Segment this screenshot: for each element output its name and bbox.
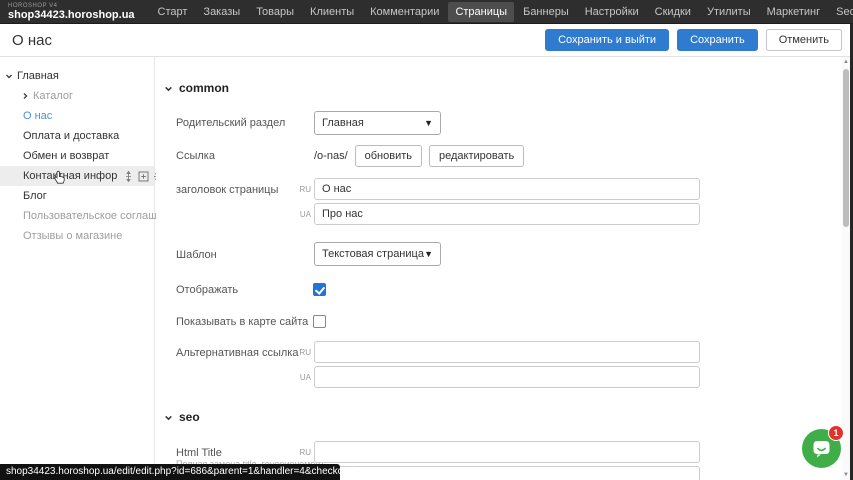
tree-item-about[interactable]: О нас bbox=[0, 106, 154, 126]
menu-item-banners[interactable]: Баннеры bbox=[516, 2, 576, 22]
menu-item-clients[interactable]: Клиенты bbox=[303, 2, 361, 22]
section-title: seo bbox=[179, 410, 200, 424]
page-title-label: заголовок страницы bbox=[176, 184, 278, 196]
alt-link-ru-input[interactable] bbox=[314, 341, 700, 363]
vertical-scrollbar[interactable]: ▲ ▼ bbox=[842, 57, 850, 480]
lang-badge-ua: UA bbox=[299, 210, 311, 219]
tree-item-payment-delivery[interactable]: Оплата и доставка bbox=[0, 126, 154, 146]
page-title-ru-input[interactable] bbox=[314, 178, 700, 200]
support-chat-button[interactable]: 1 bbox=[802, 429, 841, 468]
tree-item-contact-info[interactable]: Контактная инфор bbox=[0, 166, 154, 186]
link-path-text: /o-nas/ bbox=[314, 150, 348, 162]
menu-item-utilities[interactable]: Утилиты bbox=[700, 2, 758, 22]
header-buttons: Сохранить и выйти Сохранить Отменить bbox=[545, 29, 842, 51]
save-button[interactable]: Сохранить bbox=[677, 29, 758, 51]
selected-value: Текстовая страница bbox=[322, 248, 424, 260]
link-update-button[interactable]: обновить bbox=[355, 145, 422, 167]
parent-section-label: Родительский раздел bbox=[176, 117, 285, 129]
menu-item-products[interactable]: Товары bbox=[249, 2, 301, 22]
top-navigation-bar: HOROSHOP V4 shop34423.horoshop.ua Старт … bbox=[0, 0, 853, 24]
tree-item-store-reviews[interactable]: Отзывы о магазине bbox=[0, 226, 154, 246]
selected-value: Главная bbox=[322, 117, 364, 129]
lang-badge-ru: RU bbox=[299, 185, 311, 194]
tree-item-label: Блог bbox=[23, 190, 47, 202]
chevron-down-icon: ▼ bbox=[424, 249, 433, 259]
menu-item-comments[interactable]: Комментарии bbox=[363, 2, 446, 22]
lang-badge-ru: RU bbox=[299, 448, 311, 457]
sitemap-label: Показывать в карте сайта bbox=[176, 316, 308, 328]
section-header-common[interactable]: common bbox=[164, 81, 229, 95]
tree-item-label: Главная bbox=[17, 70, 59, 82]
tree-item-label: Каталог bbox=[33, 90, 73, 102]
sitemap-checkbox[interactable] bbox=[313, 315, 326, 328]
html-title-ua-input[interactable] bbox=[314, 466, 700, 480]
html-title-ru-input[interactable] bbox=[314, 441, 700, 463]
scroll-down-arrow[interactable]: ▼ bbox=[842, 470, 850, 480]
template-label: Шаблон bbox=[176, 249, 217, 261]
template-select[interactable]: Текстовая страница ▼ bbox=[314, 242, 441, 266]
tree-item-home[interactable]: Главная bbox=[0, 66, 154, 86]
chat-unread-badge: 1 bbox=[828, 425, 844, 441]
tree-item-label: Контактная инфор bbox=[23, 170, 117, 182]
tree-item-exchange-return[interactable]: Обмен и возврат bbox=[0, 146, 154, 166]
browser-status-url: shop34423.horoshop.ua/edit/edit.php?id=6… bbox=[0, 464, 340, 480]
display-checkbox[interactable] bbox=[313, 283, 326, 296]
parent-section-select[interactable]: Главная ▼ bbox=[314, 111, 441, 135]
section-title: common bbox=[179, 81, 229, 95]
pages-tree-sidebar: Главная Каталог О нас Оплата и доставка … bbox=[0, 57, 155, 480]
cancel-button[interactable]: Отменить bbox=[766, 29, 842, 51]
alt-link-ua-input[interactable] bbox=[314, 366, 700, 388]
tree-item-label: Обмен и возврат bbox=[23, 150, 109, 162]
html-title-label: Html Title bbox=[176, 447, 222, 459]
chevron-down-icon bbox=[164, 84, 173, 93]
main-menu: Старт Заказы Товары Клиенты Комментарии … bbox=[151, 2, 853, 22]
lang-badge-ru: RU bbox=[299, 348, 311, 357]
page-title: О нас bbox=[12, 32, 52, 49]
menu-item-orders[interactable]: Заказы bbox=[196, 2, 247, 22]
chevron-down-icon: ▼ bbox=[424, 118, 433, 128]
tree-item-blog[interactable]: Блог bbox=[0, 186, 154, 206]
logo-version-text: HOROSHOP V4 bbox=[8, 3, 135, 9]
page-header: О нас Сохранить и выйти Сохранить Отмени… bbox=[0, 24, 853, 57]
link-label: Ссылка bbox=[176, 150, 215, 162]
chevron-down-icon bbox=[164, 413, 173, 422]
save-and-exit-button[interactable]: Сохранить и выйти bbox=[545, 29, 669, 51]
menu-item-settings[interactable]: Настройки bbox=[578, 2, 646, 22]
chevron-right-icon[interactable] bbox=[20, 92, 30, 100]
lang-badge-ua: UA bbox=[299, 373, 311, 382]
shop-domain-text: shop34423.horoshop.ua bbox=[8, 10, 135, 21]
scroll-up-arrow[interactable]: ▲ bbox=[842, 57, 850, 67]
move-icon[interactable] bbox=[123, 171, 134, 182]
page-title-ua-input[interactable] bbox=[314, 203, 700, 225]
menu-item-pages[interactable]: Страницы bbox=[448, 2, 514, 22]
tree-item-label: О нас bbox=[23, 110, 52, 122]
add-page-icon[interactable] bbox=[138, 171, 149, 182]
link-edit-button[interactable]: редактировать bbox=[429, 145, 524, 167]
alt-link-label: Альтернативная ссылка bbox=[176, 347, 298, 359]
tree-item-label: Оплата и доставка bbox=[23, 130, 119, 142]
tree-item-label: Отзывы о магазине bbox=[23, 230, 122, 242]
menu-item-seo[interactable]: Seo bbox=[829, 2, 853, 22]
app-window: HOROSHOP V4 shop34423.horoshop.ua Старт … bbox=[0, 0, 853, 480]
chat-bubble-icon bbox=[811, 438, 832, 459]
menu-item-start[interactable]: Старт bbox=[151, 2, 195, 22]
menu-item-marketing[interactable]: Маркетинг bbox=[760, 2, 827, 22]
tree-item-catalog[interactable]: Каталог bbox=[0, 86, 154, 106]
menu-item-discounts[interactable]: Скидки bbox=[648, 2, 698, 22]
section-header-seo[interactable]: seo bbox=[164, 410, 200, 424]
page-edit-form: common Родительский раздел Главная ▼ Ссы… bbox=[156, 57, 843, 480]
display-label: Отображать bbox=[176, 284, 238, 296]
horoshop-logo[interactable]: HOROSHOP V4 shop34423.horoshop.ua bbox=[8, 3, 135, 21]
tree-item-user-agreement[interactable]: Пользовательское соглашение bbox=[0, 206, 154, 226]
link-row: /o-nas/ обновить редактировать bbox=[314, 145, 524, 167]
scrollbar-thumb[interactable] bbox=[843, 69, 849, 227]
chevron-down-icon[interactable] bbox=[4, 72, 14, 80]
